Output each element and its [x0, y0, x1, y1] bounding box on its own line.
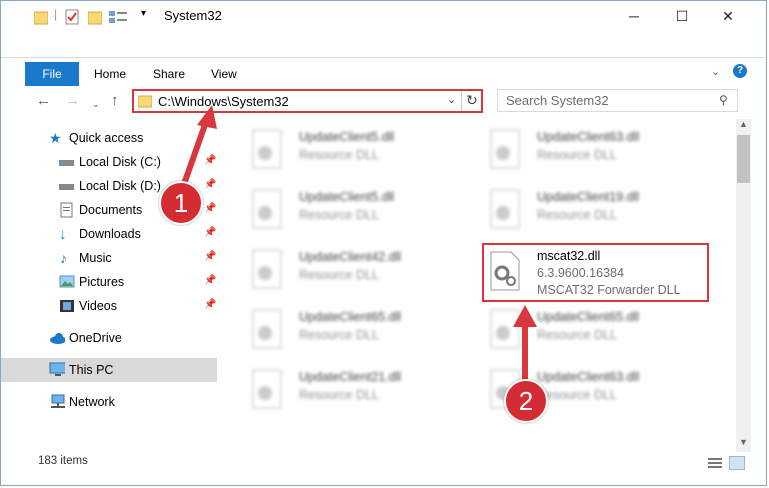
- step-badge-1: 1: [159, 181, 203, 225]
- step-badge-2: 2: [504, 379, 548, 423]
- arrow-2-head: [513, 305, 537, 327]
- annotation-arrows: [180, 105, 537, 385]
- explorer-window: | ▾ System32 ─ ☐ ✕ File Home Share View …: [0, 0, 767, 486]
- arrow-1-head: [197, 105, 217, 129]
- arrow-1-shaft: [180, 118, 210, 188]
